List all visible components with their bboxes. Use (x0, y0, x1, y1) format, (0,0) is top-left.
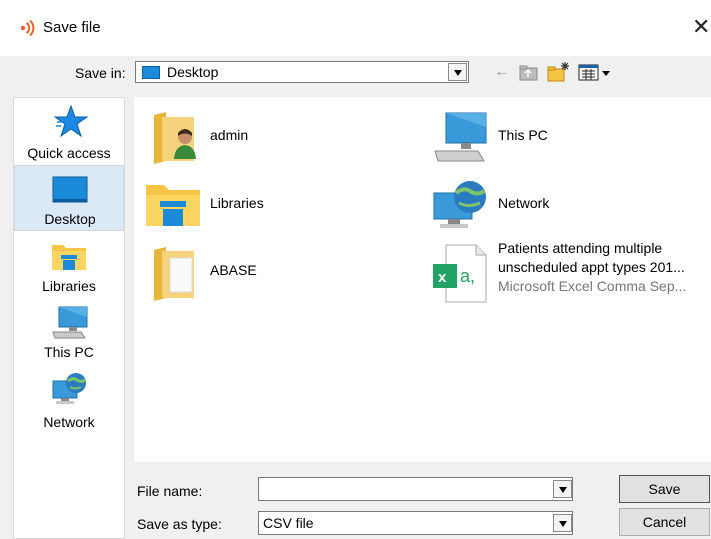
excel-csv-icon: x a, (433, 244, 487, 303)
place-label: Quick access (27, 145, 111, 161)
file-name: This PC (498, 127, 548, 143)
file-name-input[interactable] (261, 480, 550, 498)
places-bar: Quick access Desktop Libraries This PC N… (13, 97, 125, 539)
window-title: Save file (43, 19, 101, 36)
place-this-pc[interactable]: This PC (14, 298, 124, 364)
file-list: admin This PC Libraries Network ABASE x … (134, 97, 711, 462)
file-name: admin (210, 127, 249, 143)
file-item-libraries[interactable]: Libraries (144, 175, 414, 235)
cancel-button[interactable]: Cancel (619, 508, 710, 536)
title-bar: Save file ✕ (0, 0, 711, 57)
save-type-dropdown-arrow[interactable] (553, 514, 572, 532)
place-label: Libraries (42, 278, 96, 294)
file-type: Microsoft Excel Comma Sep... (498, 278, 687, 294)
app-broadcast-icon (20, 19, 35, 37)
new-folder-icon[interactable] (547, 61, 571, 82)
place-label: Desktop (44, 211, 96, 227)
place-label: This PC (44, 344, 94, 360)
up-folder-icon[interactable] (519, 64, 539, 82)
save-type-label: Save as type: (137, 516, 222, 532)
back-arrow-icon[interactable]: ← (494, 63, 510, 81)
network-icon (52, 373, 86, 404)
save-type-dropdown[interactable]: CSV file (258, 511, 573, 535)
dialog-body: Save in: Desktop ← Quick access Desktop … (0, 57, 711, 539)
svg-text:x: x (438, 269, 447, 286)
libraries-icon (52, 245, 86, 270)
save-type-value: CSV file (263, 515, 314, 531)
save-in-label: Save in: (75, 65, 126, 81)
this-pc-icon (434, 112, 487, 162)
file-name-field[interactable] (258, 477, 573, 501)
place-libraries[interactable]: Libraries (14, 232, 124, 298)
close-button[interactable]: ✕ (692, 14, 710, 40)
star-icon (54, 104, 88, 138)
place-quick-access[interactable]: Quick access (14, 98, 124, 164)
file-item-abase[interactable]: ABASE (144, 242, 414, 302)
desktop-icon (142, 66, 160, 79)
folder-icon (154, 247, 194, 301)
file-name: Libraries (210, 195, 264, 211)
svg-text:a,: a, (460, 266, 475, 286)
network-icon (433, 181, 486, 228)
view-menu-icon[interactable] (578, 64, 612, 82)
save-in-dropdown-arrow[interactable] (448, 63, 467, 81)
save-in-value: Desktop (167, 64, 219, 80)
file-item-admin[interactable]: admin (144, 105, 414, 165)
this-pc-icon (52, 306, 88, 339)
file-item-csv[interactable]: x a, Patients attending multiple unsched… (430, 240, 711, 303)
save-button[interactable]: Save (619, 475, 710, 503)
file-item-network[interactable]: Network (430, 175, 700, 235)
file-name: Patients attending multiple (498, 240, 663, 256)
libraries-folder-icon (146, 185, 200, 226)
place-desktop[interactable]: Desktop (14, 165, 124, 231)
file-name: ABASE (210, 262, 257, 278)
file-name: Network (498, 195, 550, 211)
desktop-icon (52, 176, 88, 203)
file-name-line2: unscheduled appt types 201... (498, 259, 685, 275)
save-in-dropdown[interactable]: Desktop (135, 61, 469, 83)
place-network[interactable]: Network (14, 365, 124, 431)
file-name-label: File name: (137, 483, 203, 499)
file-name-dropdown-arrow[interactable] (553, 480, 572, 498)
user-folder-icon (154, 112, 196, 164)
place-label: Network (43, 414, 95, 430)
file-item-this-pc[interactable]: This PC (430, 105, 700, 165)
